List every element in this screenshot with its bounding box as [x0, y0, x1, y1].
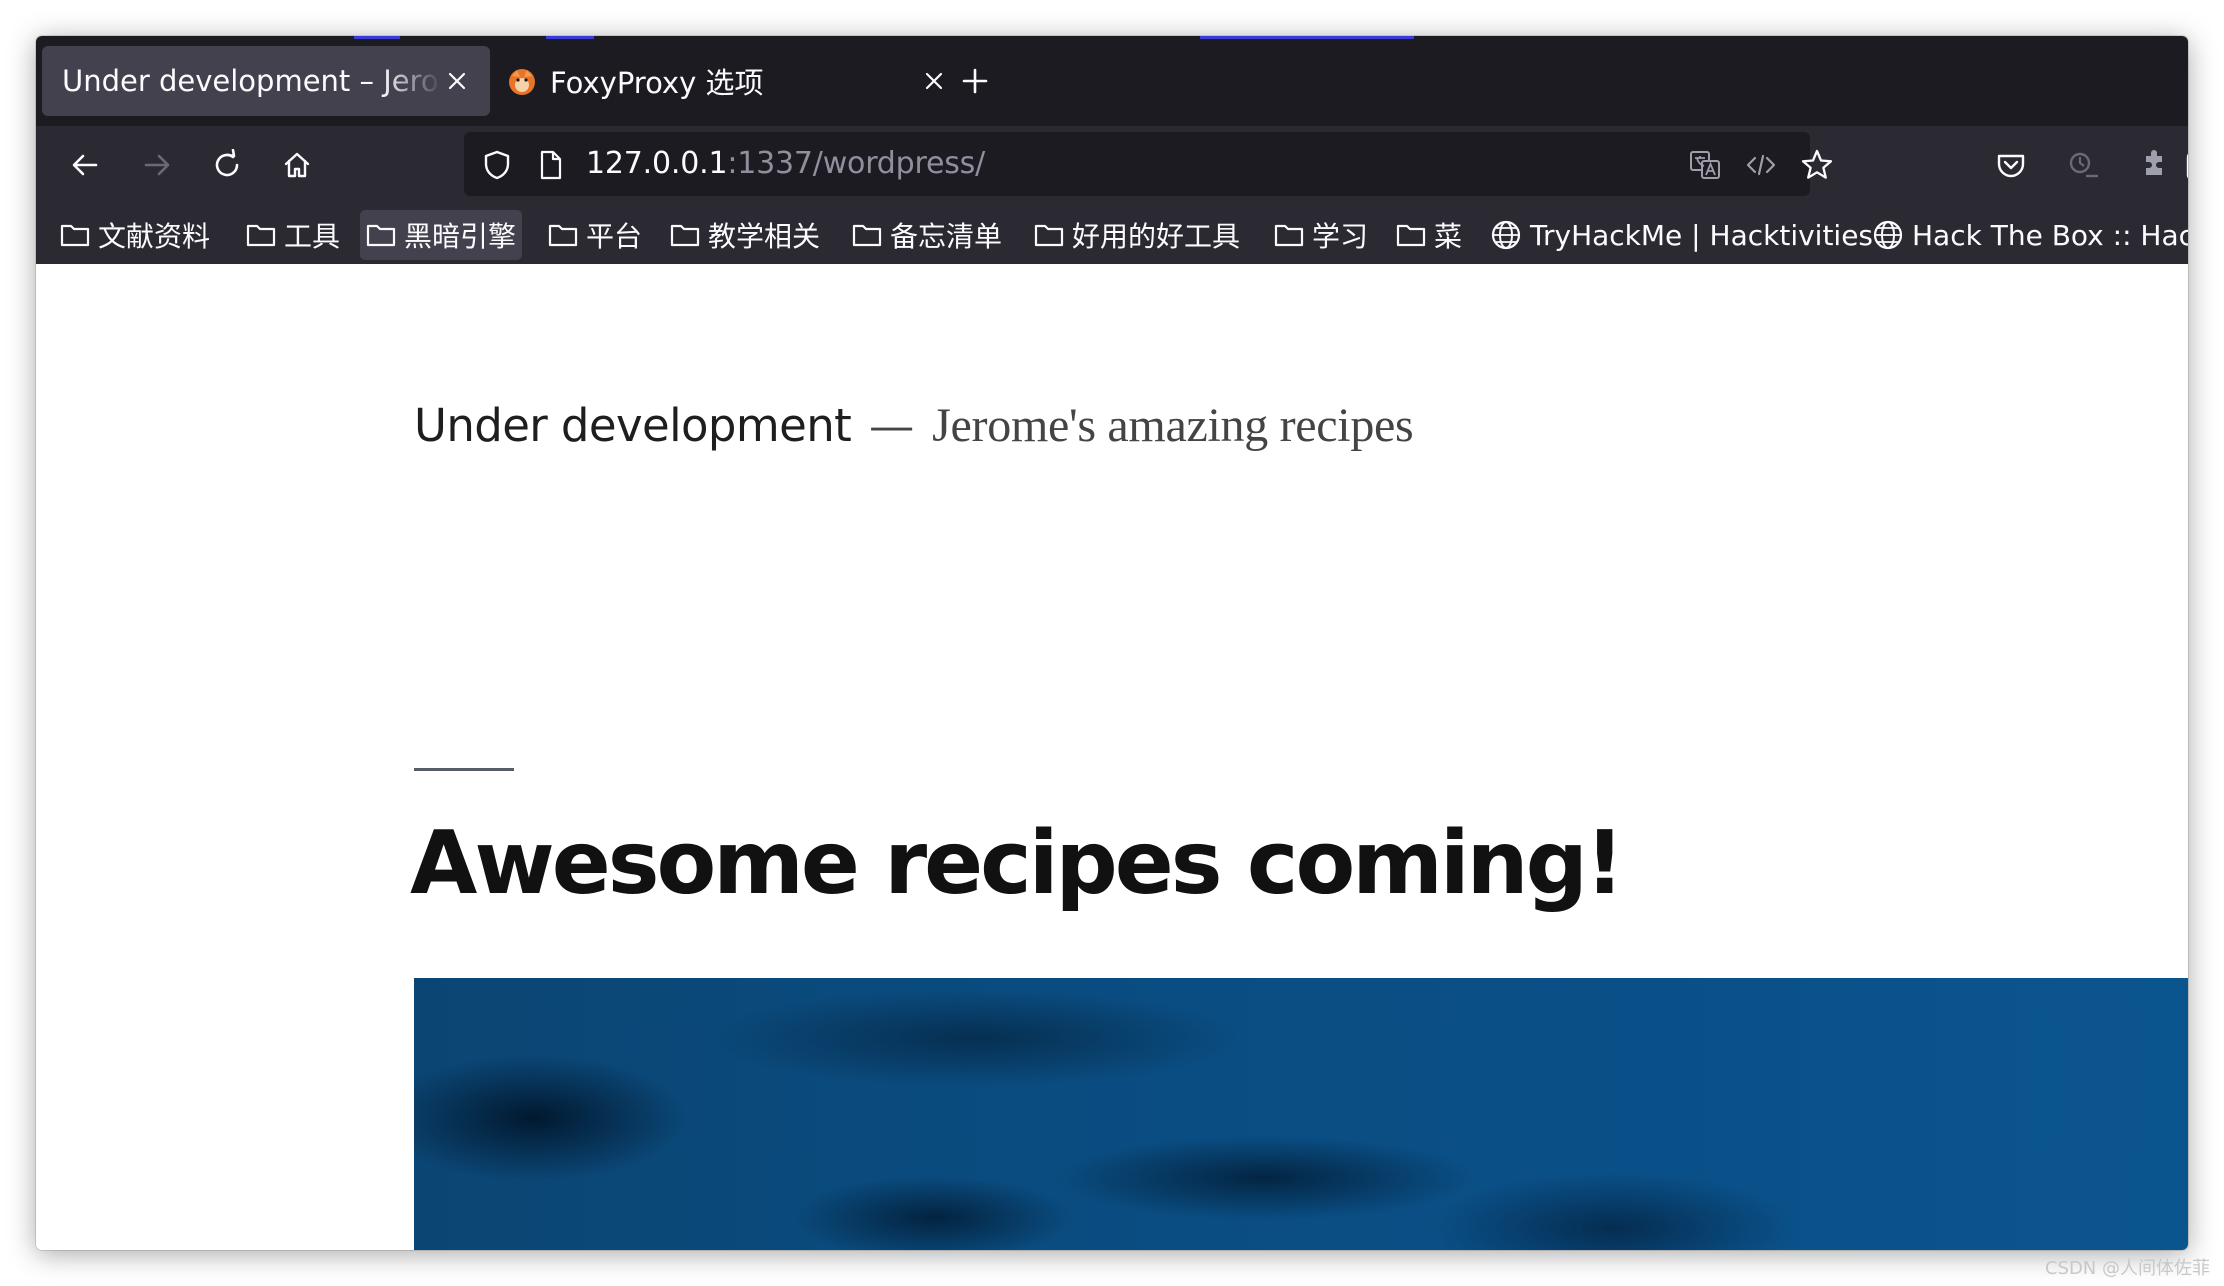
bookmark-label: 文献资料 — [98, 220, 211, 253]
forward-button[interactable] — [134, 142, 180, 188]
reload-button[interactable] — [204, 142, 250, 188]
extension-button[interactable] — [2180, 142, 2188, 188]
bookmark-folder-cai[interactable]: 菜 — [1390, 210, 1468, 260]
bookmark-folder-wenxian[interactable]: 文献资料 — [54, 210, 216, 260]
extension-button[interactable] — [2130, 142, 2176, 188]
entry-separator — [414, 768, 514, 771]
folder-icon — [670, 224, 700, 247]
url-host: 127.0.0.1 — [586, 146, 728, 181]
back-button[interactable] — [62, 142, 108, 188]
bookmark-label: 学习 — [1312, 220, 1369, 253]
close-tab-icon[interactable] — [919, 66, 949, 96]
bookmark-folder-xuexi[interactable]: 学习 — [1268, 210, 1374, 260]
tab-indicator — [546, 36, 594, 39]
tab-indicator — [1200, 36, 1414, 39]
bookmark-folder-beiwang[interactable]: 备忘清单 — [846, 210, 1008, 260]
bookmark-tryhackme[interactable]: TryHackMe | Hacktivities — [1484, 210, 1879, 260]
bookmark-label: Hack The Box :: Hack The Box — [1912, 218, 2188, 252]
url-text[interactable]: 127.0.0.1:1337/wordpress/ — [586, 145, 985, 183]
bookmark-label: 平台 — [586, 220, 643, 253]
globe-icon — [1873, 220, 1903, 250]
bookmarks-toolbar: 文献资料 工具 黑暗引擎 平台 教学相关 备忘清单 好用的好工具 学习 菜 Tr… — [36, 204, 2188, 264]
featured-image — [414, 978, 2188, 1250]
bookmark-label: 菜 — [1434, 220, 1463, 253]
home-icon — [284, 152, 310, 178]
plus-icon — [962, 68, 988, 94]
folder-icon — [366, 224, 396, 247]
tab-strip: Under development – Jerome's amazing rec… — [36, 36, 2188, 126]
folder-icon — [1034, 224, 1064, 247]
bookmark-folder-pingtai[interactable]: 平台 — [542, 210, 648, 260]
folder-icon — [1274, 224, 1304, 247]
forward-arrow-icon — [144, 154, 170, 176]
tab-under-development[interactable]: Under development – Jerome's amazing rec… — [42, 46, 490, 116]
puzzle-icon — [2146, 150, 2162, 175]
home-button[interactable] — [274, 142, 320, 188]
phone-icon — [2186, 153, 2188, 179]
page-info-icon[interactable] — [534, 148, 568, 182]
site-header: Under development — Jerome's amazing recip… — [414, 398, 1414, 453]
close-tab-icon[interactable] — [442, 66, 472, 96]
translate-icon[interactable] — [1688, 148, 1722, 182]
reload-icon — [215, 149, 239, 177]
browser-window: Under development – Jerome's amazing rec… — [36, 36, 2188, 1250]
extension-button[interactable] — [2060, 142, 2106, 188]
watermark: CSDN @人间体佐菲 — [2044, 1258, 2210, 1279]
back-arrow-icon — [72, 154, 98, 176]
folder-icon — [548, 224, 578, 247]
folder-icon — [852, 224, 882, 247]
globe-icon — [1491, 220, 1521, 250]
bookmark-label: 教学相关 — [708, 220, 821, 253]
bookmark-folder-jiaoxue[interactable]: 教学相关 — [664, 210, 826, 260]
bookmark-star-icon[interactable] — [1800, 148, 1834, 182]
folder-icon — [1396, 224, 1426, 247]
tab-foxyproxy[interactable]: FoxyProxy 选项 — [506, 46, 966, 116]
folder-icon — [246, 224, 276, 247]
site-title-separator: — — [869, 399, 915, 452]
new-tab-button[interactable] — [956, 62, 994, 100]
shield-icon[interactable] — [480, 148, 514, 182]
bookmark-label: 好用的好工具 — [1072, 220, 1241, 253]
tab-title: Under development – Jerome's amazing rec… — [62, 64, 442, 98]
extension-icon — [2069, 152, 2098, 178]
pocket-icon — [1997, 154, 2025, 178]
bookmark-hackthebox[interactable]: Hack The Box :: Hack The Box — [1866, 210, 2188, 260]
navigation-toolbar: 127.0.0.1:1337/wordpress/ — [36, 126, 2188, 204]
url-path: :1337/wordpress/ — [727, 146, 985, 181]
bookmark-folder-heian[interactable]: 黑暗引擎 — [360, 210, 523, 260]
site-description: Jerome's amazing recipes — [932, 399, 1414, 452]
bookmark-label: 备忘清单 — [890, 220, 1003, 253]
code-icon[interactable] — [1744, 148, 1778, 182]
site-title-link[interactable]: Under development — [414, 399, 852, 452]
bookmark-folder-gongju[interactable]: 工具 — [240, 210, 346, 260]
bookmark-folder-haoyong[interactable]: 好用的好工具 — [1028, 210, 1246, 260]
bookmark-label: TryHackMe | Hacktivities — [1530, 218, 1874, 252]
folder-icon — [60, 224, 90, 247]
foxyproxy-icon — [506, 66, 538, 98]
pocket-button[interactable] — [1988, 142, 2034, 188]
tab-indicator — [354, 36, 400, 39]
post-title[interactable]: Awesome recipes coming! — [410, 812, 1625, 914]
address-bar[interactable]: 127.0.0.1:1337/wordpress/ — [464, 132, 1833, 196]
bookmark-label: 黑暗引擎 — [404, 220, 517, 253]
bookmark-label: 工具 — [284, 220, 341, 253]
tab-title: FoxyProxy 选项 — [550, 66, 764, 100]
page-content: Under development — Jerome's amazing recip… — [36, 264, 2188, 1250]
